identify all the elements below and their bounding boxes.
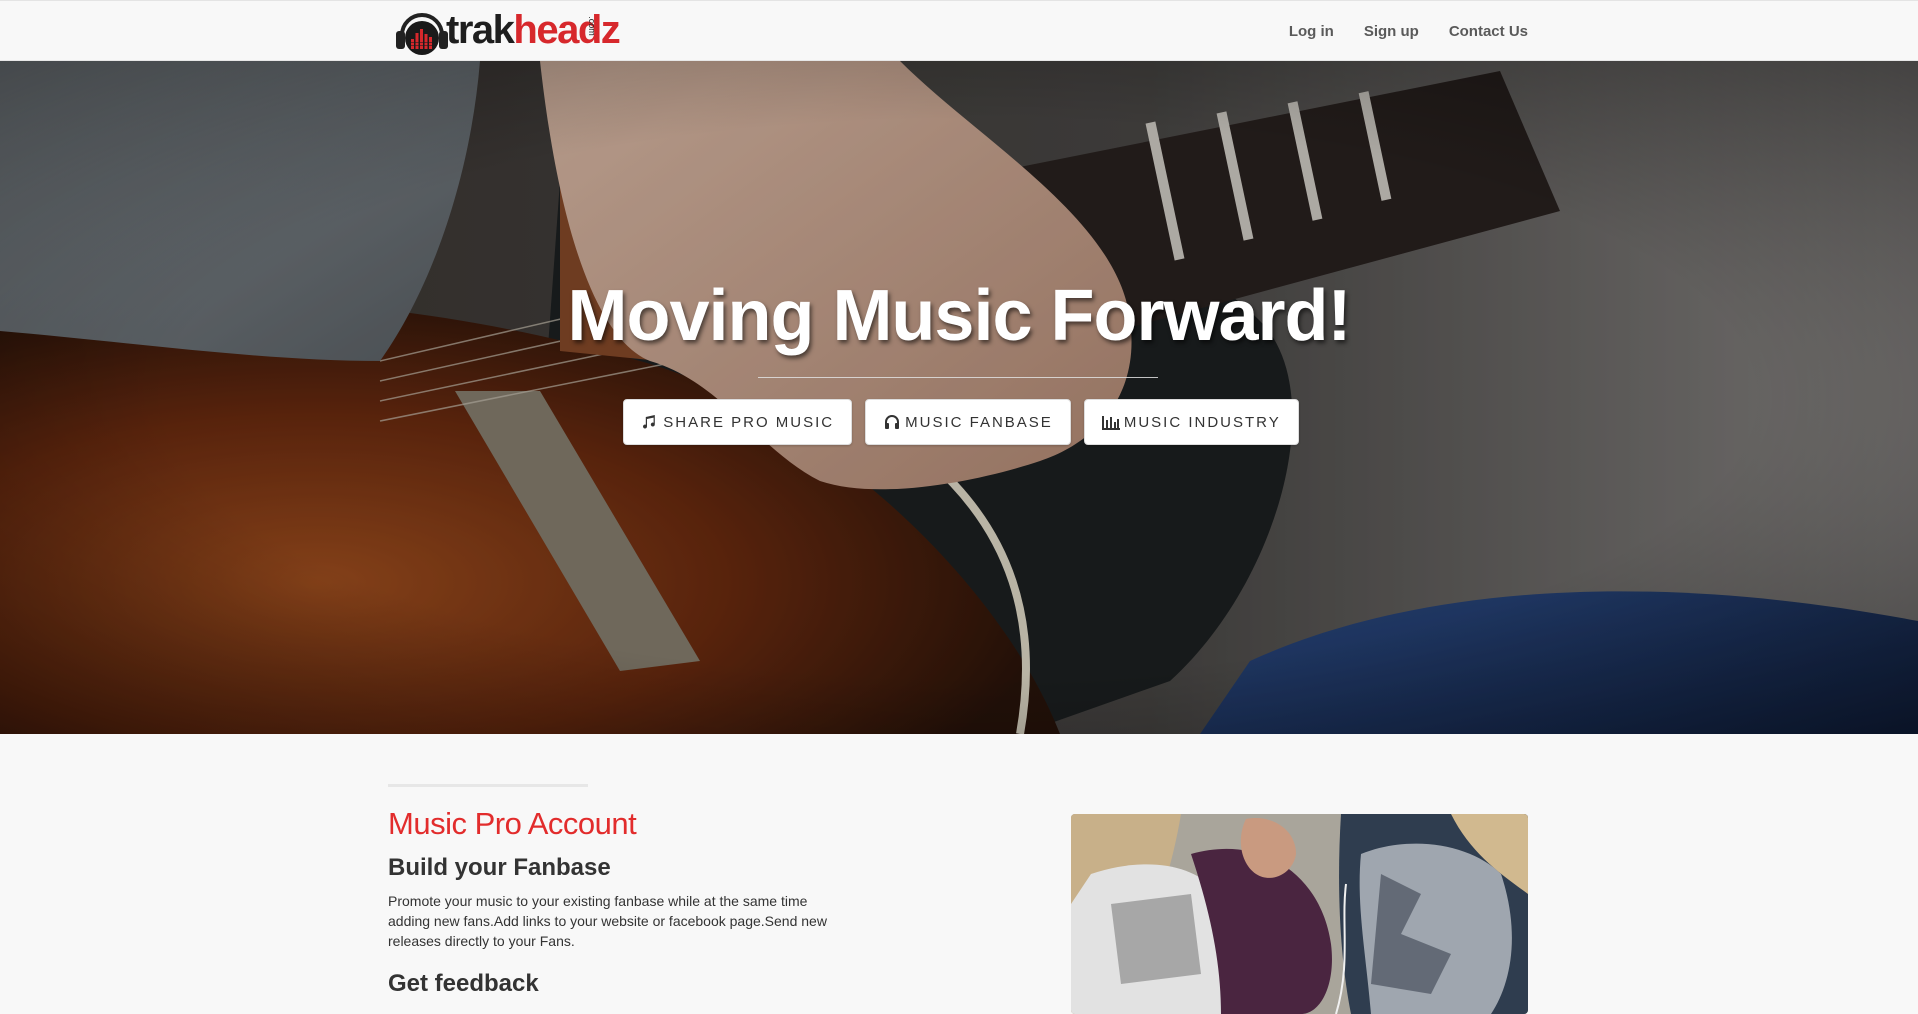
music-industry-button[interactable]: MUSIC INDUSTRY xyxy=(1083,399,1299,445)
hero-guitar-image xyxy=(0,61,1918,734)
logo-headphones-icon xyxy=(396,13,448,55)
top-navbar: trakheadz .com Log in Sign up Contact Us xyxy=(0,0,1918,61)
music-industry-label: MUSIC INDUSTRY xyxy=(1123,413,1281,431)
bar-chart-icon xyxy=(1101,413,1120,431)
headphones-icon xyxy=(883,413,901,431)
hero-divider xyxy=(758,377,1158,378)
hero-banner: Moving Music Forward! SHARE PRO MUSIC MU… xyxy=(0,61,1918,734)
music-fanbase-button[interactable]: MUSIC FANBASE xyxy=(865,399,1071,445)
logo-suffix: .com xyxy=(586,16,597,36)
nav-signup-link[interactable]: Sign up xyxy=(1364,23,1419,40)
hero-button-group: SHARE PRO MUSIC MUSIC FANBASE MUSIC INDU… xyxy=(0,399,1918,445)
features-section: Music Pro Account Build your Fanbase Pro… xyxy=(0,734,1918,1014)
share-pro-music-label: SHARE PRO MUSIC xyxy=(663,413,835,431)
nav-links: Log in Sign up Contact Us xyxy=(1259,1,1528,62)
site-logo[interactable]: trakheadz xyxy=(394,4,621,60)
nav-contact-link[interactable]: Contact Us xyxy=(1449,23,1528,40)
music-note-icon xyxy=(641,413,659,431)
share-pro-music-button[interactable]: SHARE PRO MUSIC xyxy=(623,399,853,445)
section-divider xyxy=(388,784,588,787)
section-heading: Music Pro Account xyxy=(388,806,637,841)
hero-title: Moving Music Forward! xyxy=(567,276,1351,356)
build-fanbase-heading: Build your Fanbase xyxy=(388,854,611,881)
logo-text-trak: trak xyxy=(446,8,515,52)
build-fanbase-text: Promote your music to your existing fanb… xyxy=(388,893,827,949)
music-fanbase-label: MUSIC FANBASE xyxy=(905,413,1053,431)
feature-photo xyxy=(1071,814,1528,1014)
logo-text-headz: headz xyxy=(513,8,620,52)
feature-photo-graphic xyxy=(1071,814,1528,1014)
get-feedback-heading: Get feedback xyxy=(388,970,539,997)
nav-login-link[interactable]: Log in xyxy=(1289,23,1334,40)
